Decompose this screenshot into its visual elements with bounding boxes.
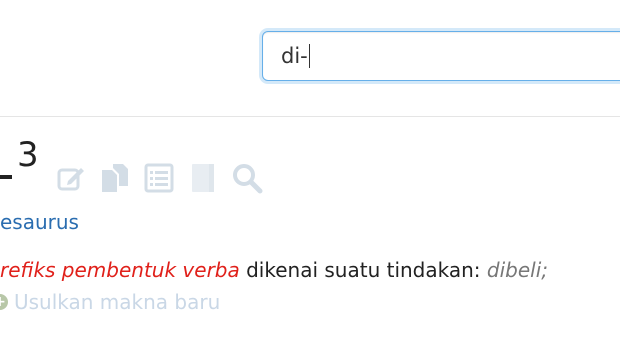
entry-title-fragment	[0, 175, 12, 179]
document-icon	[192, 164, 214, 192]
search-input-value: di-	[281, 44, 308, 68]
copy-button[interactable]	[98, 161, 132, 195]
search-button[interactable]	[230, 161, 264, 195]
entry-homonym-number: 3	[17, 135, 39, 175]
definition-line: refiks pembentuk verba dikenai suatu tin…	[0, 258, 548, 282]
header-divider	[0, 116, 620, 117]
plus-circle-icon: +	[0, 294, 8, 310]
page-header: di-	[0, 0, 620, 116]
edit-button[interactable]	[54, 161, 88, 195]
definition-example: dibeli;	[486, 258, 548, 282]
suggest-meaning-link[interactable]: + Usulkan makna baru	[0, 290, 220, 314]
suggest-meaning-label: Usulkan makna baru	[14, 290, 221, 314]
definition-category: refiks pembentuk verba	[0, 258, 240, 282]
edit-icon	[57, 168, 84, 191]
tesaurus-link[interactable]: esaurus	[0, 210, 79, 234]
copy-icon	[102, 164, 128, 192]
list-icon	[144, 163, 174, 193]
entry-toolbar	[54, 161, 264, 195]
document-button[interactable]	[186, 161, 220, 195]
search-input[interactable]: di-	[262, 31, 620, 81]
search-icon	[233, 164, 263, 194]
text-caret	[308, 44, 310, 68]
list-button[interactable]	[142, 161, 176, 195]
definition-text: dikenai suatu tindakan:	[239, 258, 487, 282]
